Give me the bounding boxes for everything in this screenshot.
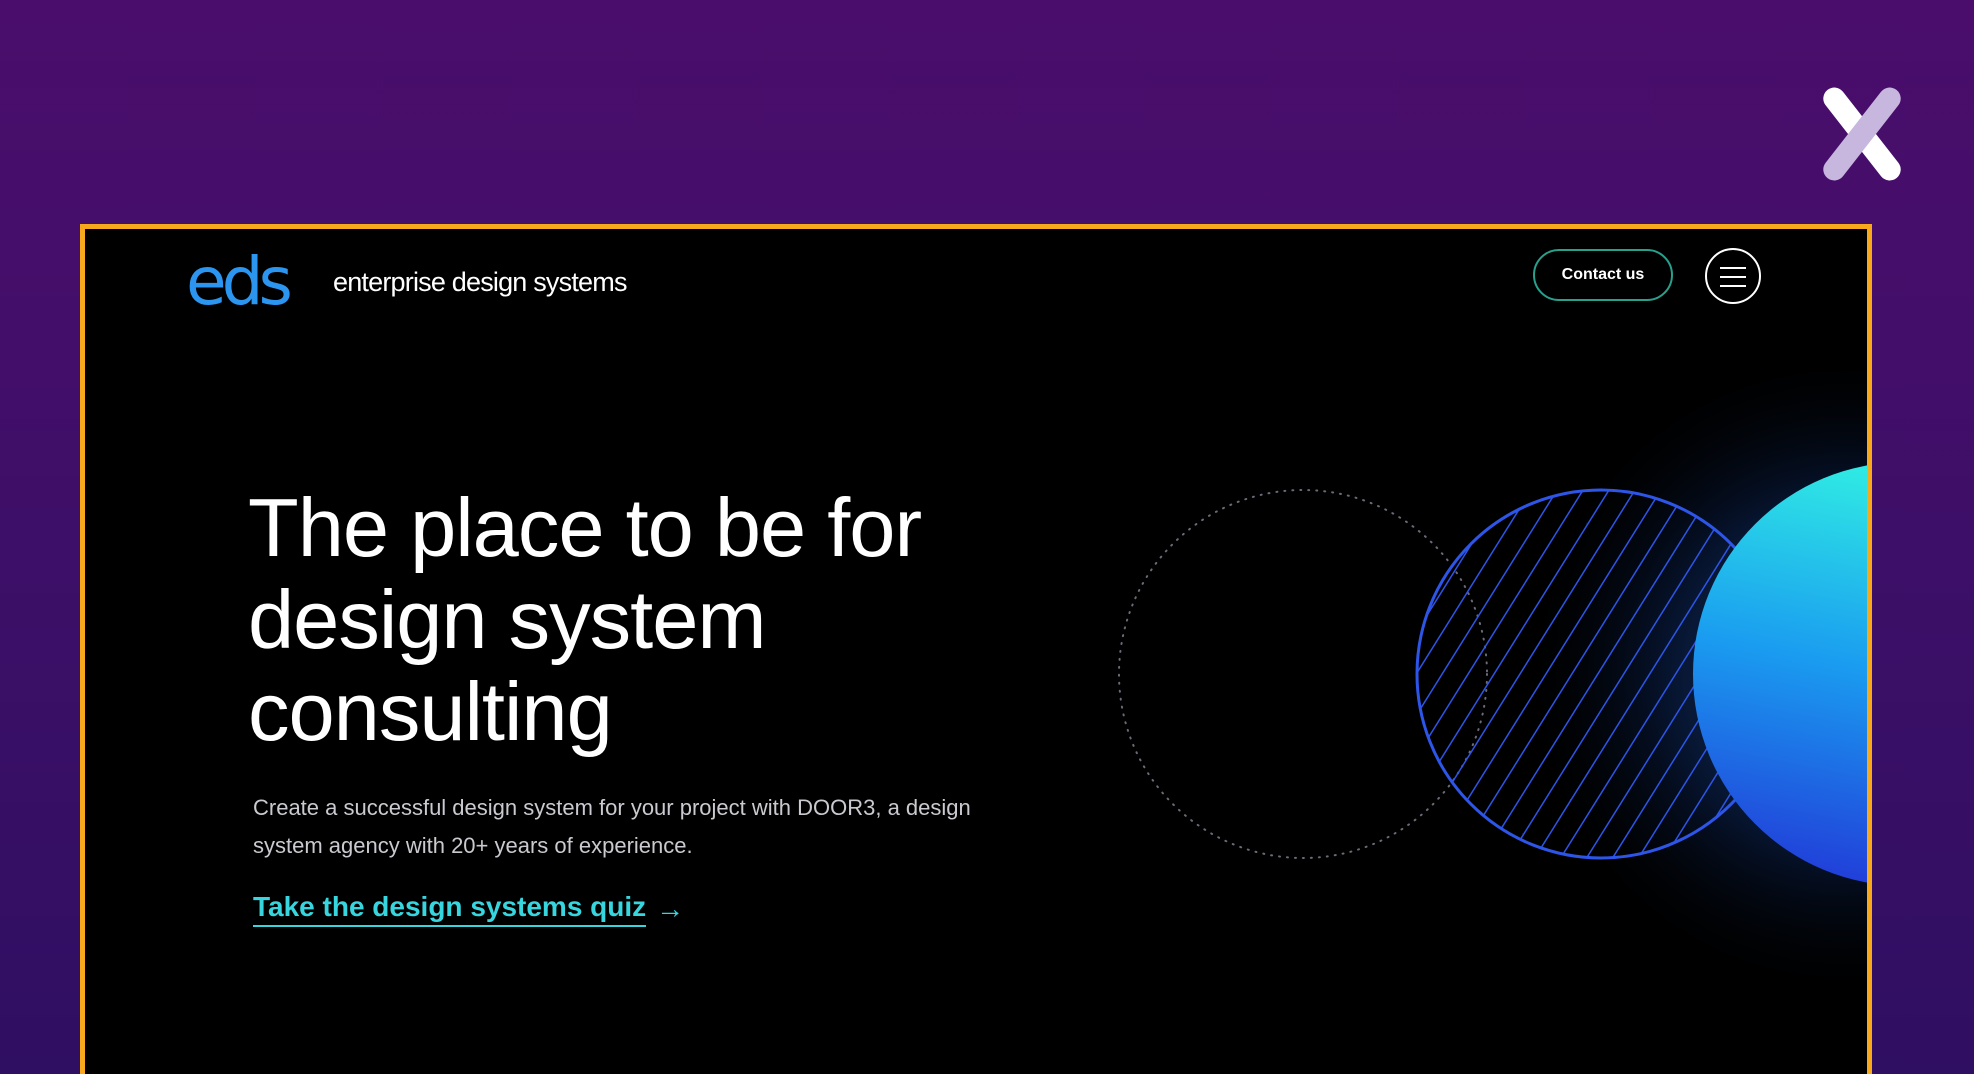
eds-logo[interactable]: eds xyxy=(186,243,293,320)
dotted-ring xyxy=(1118,489,1488,859)
hero-subtitle: Create a successful design system for yo… xyxy=(253,795,971,858)
gradient-sphere xyxy=(1693,465,1867,883)
contact-us-button[interactable]: Contact us xyxy=(1533,249,1673,301)
logo-letters-ds: ds xyxy=(221,243,293,320)
brand-name: enterprise design systems xyxy=(333,267,627,297)
logo-letter-e: e xyxy=(186,243,227,320)
quiz-link-label: Take the design systems quiz xyxy=(253,891,647,927)
x-logo-icon xyxy=(1816,83,1908,185)
arrow-right-icon: → xyxy=(656,893,685,924)
hatched-circle xyxy=(1415,488,1787,860)
design-systems-quiz-link[interactable]: Take the design systems quiz → xyxy=(253,891,684,927)
website-preview-frame: eds enterprise design systems Contact us… xyxy=(80,224,1872,1074)
hamburger-menu-icon[interactable] xyxy=(1705,248,1761,304)
hero-title: The place to be for design system consul… xyxy=(248,481,922,758)
